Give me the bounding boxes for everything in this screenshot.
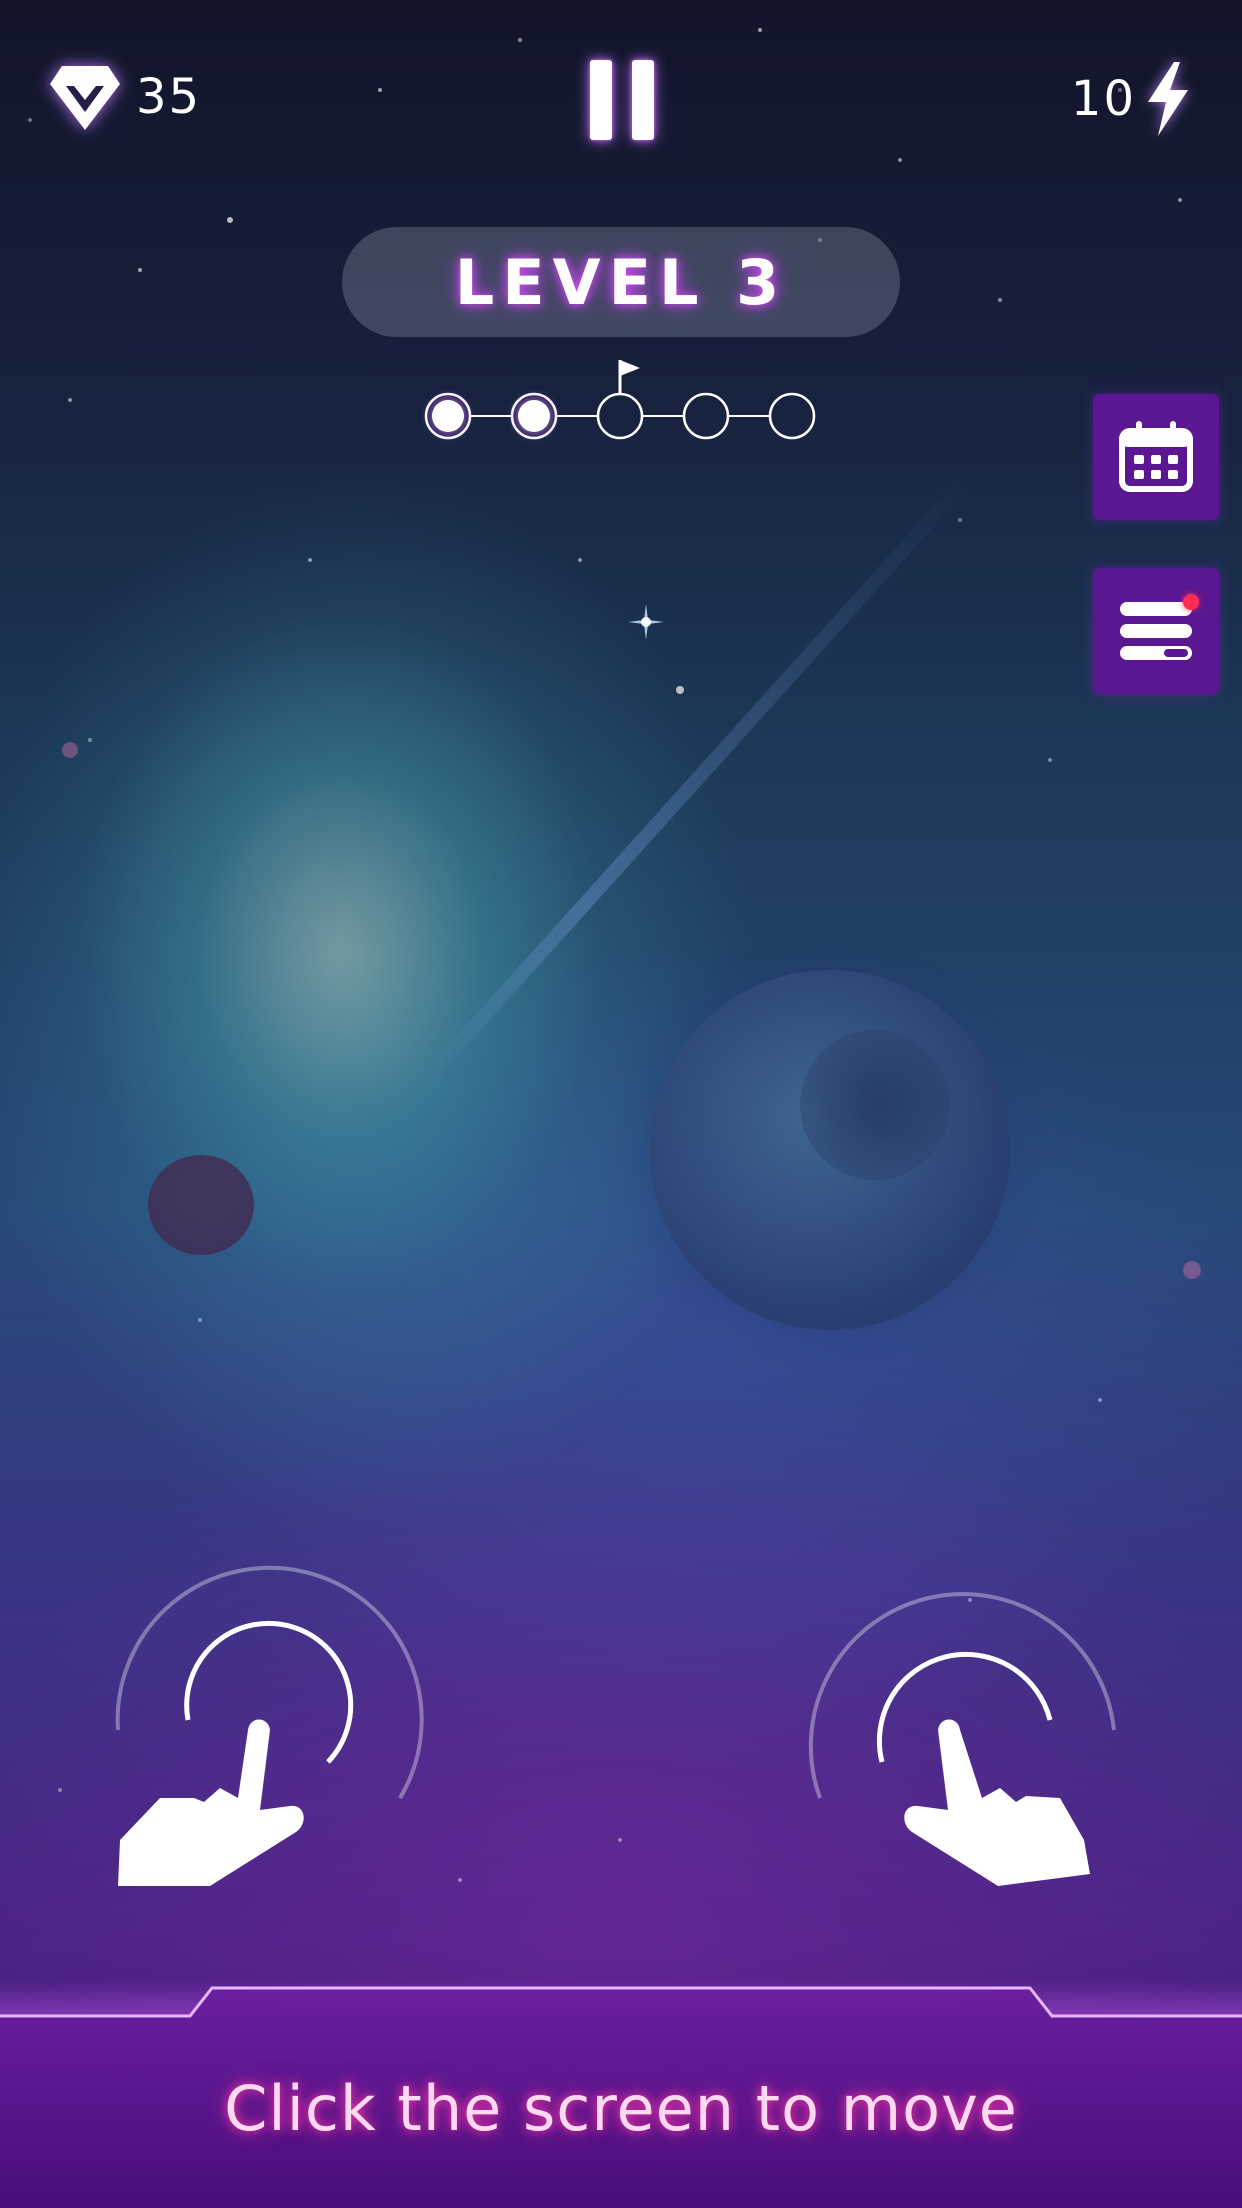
planet-crater [800,1030,950,1180]
lightning-icon [1144,62,1190,136]
stage-node [596,392,644,440]
tap-ring-inner [184,1620,354,1764]
small-planet [148,1155,254,1255]
bright-star [628,604,664,640]
stage-node [768,392,816,440]
pause-icon-bar-right [632,60,654,140]
tap-hand-icon [118,1719,304,1886]
tap-zone-left[interactable] [100,1540,440,1920]
tap-zone-right[interactable] [800,1540,1140,1920]
energy-count: 10 [1070,71,1136,127]
stage-node-fill [432,400,464,432]
stage-node-completed [510,392,558,440]
stage-node [682,392,730,440]
tap-hand-icon [904,1719,1090,1886]
menu-button[interactable] [1093,568,1219,694]
gem-count: 35 [136,69,202,125]
pause-button[interactable] [590,60,654,140]
level-label: LEVEL 3 [454,245,788,319]
pause-icon-bar-left [590,60,612,140]
stage-node-fill [518,400,550,432]
gem-counter: 35 [48,62,201,132]
calendar-button[interactable] [1093,394,1219,520]
notification-dot [1183,594,1199,610]
stage-node-completed [424,392,472,440]
diamond-icon [48,62,122,132]
flag-icon [618,360,640,394]
tap-ring-outer [115,1565,424,1800]
game-screen[interactable]: 35 10 LEVEL 3 Click the screen to move [0,0,1242,2208]
energy-counter: 10 [1071,62,1190,136]
calendar-icon [1119,421,1193,492]
menu-icon [1120,602,1192,660]
level-banner: LEVEL 3 [342,227,900,337]
instruction-text: Click the screen to move [224,2072,1018,2145]
